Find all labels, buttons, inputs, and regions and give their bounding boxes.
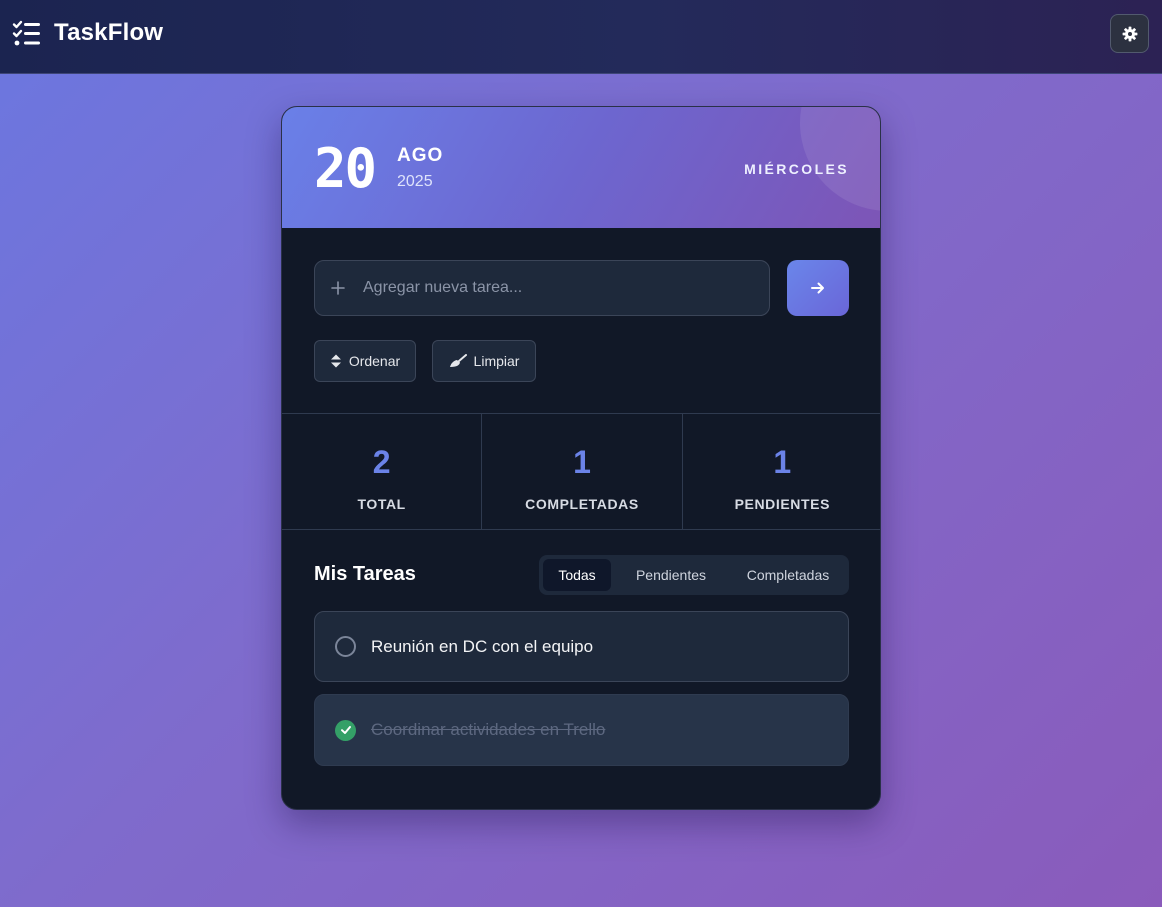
gear-icon bbox=[1122, 26, 1137, 41]
tab-all[interactable]: Todas bbox=[543, 559, 611, 591]
decorative-circle bbox=[800, 107, 880, 211]
add-task-button[interactable] bbox=[787, 260, 849, 316]
stat-pending: 1 PENDIENTES bbox=[681, 414, 880, 529]
filter-tabs: Todas Pendientes Completadas bbox=[539, 555, 849, 595]
task-card: 20 AGO 2025 MIÉRCOLES Ordenar Limpiar 2 … bbox=[281, 106, 881, 810]
task-checkbox[interactable] bbox=[335, 636, 356, 657]
task-checkbox[interactable] bbox=[335, 719, 356, 741]
broom-icon bbox=[449, 354, 467, 367]
stat-completed-label: COMPLETADAS bbox=[525, 496, 639, 512]
stat-pending-value: 1 bbox=[773, 444, 792, 480]
day-number: 20 bbox=[314, 137, 377, 200]
stats-row: 2 TOTAL 1 COMPLETADAS 1 PENDIENTES bbox=[282, 413, 880, 530]
tasks-heading: Mis Tareas bbox=[314, 563, 416, 585]
stat-pending-label: PENDIENTES bbox=[734, 496, 831, 512]
app-title: TaskFlow bbox=[54, 19, 164, 46]
tab-pending[interactable]: Pendientes bbox=[615, 559, 727, 591]
stat-total-label: TOTAL bbox=[357, 496, 406, 512]
check-icon bbox=[340, 726, 351, 734]
year-label: 2025 bbox=[397, 173, 433, 190]
stat-total: 2 TOTAL bbox=[282, 414, 481, 529]
task-list-icon bbox=[12, 20, 40, 46]
sort-button-label: Ordenar bbox=[348, 353, 401, 369]
settings-button[interactable] bbox=[1110, 14, 1149, 53]
stat-total-value: 2 bbox=[372, 444, 391, 480]
new-task-field[interactable] bbox=[314, 260, 770, 316]
date-header: 20 AGO 2025 MIÉRCOLES bbox=[282, 107, 880, 228]
brand: TaskFlow bbox=[12, 18, 163, 48]
month-label: AGO bbox=[397, 145, 444, 166]
tab-completed[interactable]: Completadas bbox=[731, 559, 845, 591]
clear-button[interactable]: Limpiar bbox=[432, 340, 536, 382]
weekday-label: MIÉRCOLES bbox=[744, 161, 849, 177]
task-text: Coordinar actividades en Trello bbox=[371, 720, 606, 739]
stat-completed: 1 COMPLETADAS bbox=[481, 414, 681, 529]
stat-completed-value: 1 bbox=[573, 444, 591, 480]
new-task-input[interactable] bbox=[363, 279, 743, 297]
arrow-right-icon bbox=[811, 282, 824, 294]
clear-button-label: Limpiar bbox=[473, 353, 520, 369]
sort-icon bbox=[330, 354, 341, 368]
task-text: Reunión en DC con el equipo bbox=[371, 636, 594, 656]
sort-button[interactable]: Ordenar bbox=[314, 340, 416, 382]
task-item[interactable]: Coordinar actividades en Trello bbox=[314, 694, 849, 766]
top-bar: TaskFlow bbox=[0, 0, 1162, 74]
plus-icon bbox=[331, 281, 345, 295]
task-item[interactable]: Reunión en DC con el equipo bbox=[314, 611, 849, 682]
